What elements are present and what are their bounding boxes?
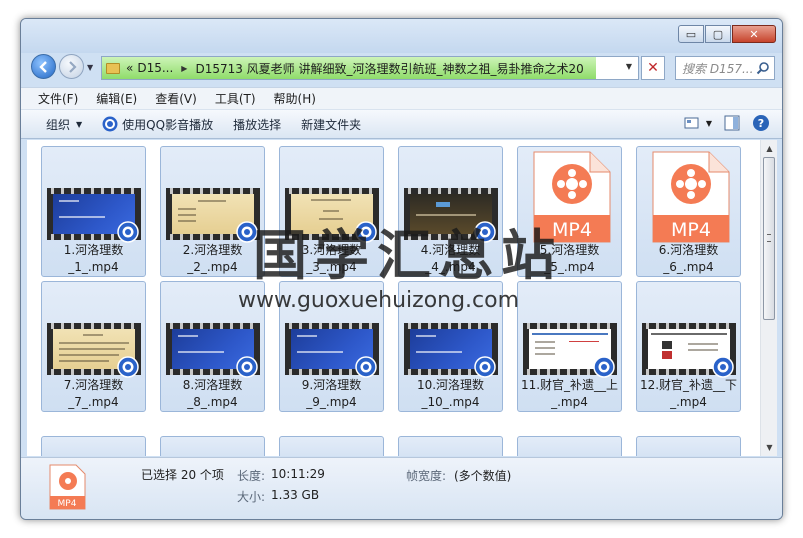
file-tile[interactable] [160,436,265,456]
size-label: 大小: [237,490,266,504]
qq-player-badge-icon [117,221,139,243]
file-tile[interactable] [636,436,741,456]
qq-player-badge-icon [712,356,734,378]
search-placeholder: 搜索 D157... [682,61,754,76]
menu-edit[interactable]: 编辑(E) [87,90,146,107]
new-folder-button[interactable]: 新建文件夹 [291,116,371,133]
help-button[interactable]: ? [752,114,770,132]
qq-player-badge-icon [355,356,377,378]
folder-icon [106,62,120,74]
file-tile[interactable]: 2.河洛理数 _2_.mp4 [160,146,265,277]
frame-width-label: 帧宽度: [406,469,447,483]
forward-button[interactable] [59,54,84,79]
play-selection-label: 播放选择 [233,117,282,132]
organize-button[interactable]: 组织 ▼ [21,116,92,133]
scroll-up-icon[interactable]: ▲ [761,140,778,157]
change-view-button[interactable]: ▼ [684,116,712,130]
chevron-down-icon: ▼ [705,118,712,128]
file-name: 8.河洛理数 _8_.mp4 [182,378,243,409]
window-controls: ▭ ▢ ✕ [678,25,776,43]
breadcrumb-separator-icon[interactable]: ▶ [181,64,187,73]
stop-button[interactable]: ✕ [641,56,665,80]
mp4-label: MP4 [671,219,711,241]
menu-view[interactable]: 查看(V) [146,90,206,107]
file-name: 10.河洛理数 _10_.mp4 [416,378,485,409]
scroll-thumb[interactable] [763,157,775,320]
recent-pages-dropdown[interactable]: ▼ [87,63,93,72]
vertical-scrollbar[interactable]: ▲ ▼ [760,140,777,456]
watermark-url: www.guoxuehuizong.com [238,288,520,313]
file-name: 12.财官_补遗__下 _.mp4 [639,378,738,409]
organize-label: 组织 [46,117,71,132]
play-selection-button[interactable]: 播放选择 [223,116,291,133]
details-pane: MP4 已选择 20 个项 长度: 10:11:29 大小: 1.33 GB 帧… [21,457,782,519]
new-folder-label: 新建文件夹 [301,117,362,132]
title-bar: ▭ ▢ ✕ [21,19,782,53]
menu-file[interactable]: 文件(F) [21,90,87,107]
file-tile[interactable]: 7.河洛理数 _7_.mp4 [41,281,146,412]
view-controls: ▼ ? [672,114,770,132]
menu-bar: 文件(F) 编辑(E) 查看(V) 工具(T) 帮助(H) [21,87,782,109]
qq-player-icon [102,116,118,132]
file-tile[interactable] [279,436,384,456]
search-input[interactable]: 搜索 D157... [675,56,775,80]
file-tile[interactable] [398,436,503,456]
breadcrumb-d15[interactable]: D15... [137,61,173,75]
close-x-icon: ✕ [647,60,659,76]
view-mode-icon [684,117,699,129]
file-name: 11.财官_补遗__上 _.mp4 [520,378,619,409]
length-value: 10:11:29 [271,467,325,481]
qq-player-badge-icon [474,356,496,378]
qq-play-label: 使用QQ影音播放 [122,117,214,132]
size-value: 1.33 GB [271,488,320,502]
back-arrow-icon [38,60,47,73]
breadcrumb-current-folder[interactable]: D15713 风夏老师 讲解细致_河洛理数引航班_神数之祖_易卦推命之术20 [195,60,583,77]
minimize-button[interactable]: ▭ [678,25,704,43]
chevron-down-icon: ▼ [76,119,83,129]
menu-tools[interactable]: 工具(T) [206,90,265,107]
file-name: 1.河洛理数 _1_.mp4 [63,243,124,274]
command-bar: 组织 ▼ 使用QQ影音播放 播放选择 新建文件夹 ▼ ? [21,109,782,139]
selection-count: 已选择 20 个项 [141,468,224,482]
preview-pane-icon [724,115,740,131]
qq-player-badge-icon [117,356,139,378]
length-label: 长度: [237,469,266,483]
maximize-button[interactable]: ▢ [705,25,731,43]
watermark-title: 国学汇总站 [253,224,563,287]
close-button[interactable]: ✕ [732,25,776,43]
file-tile[interactable]: 12.财官_补遗__下 _.mp4 [636,281,741,412]
file-tile[interactable] [517,436,622,456]
preview-pane-button[interactable] [724,115,740,131]
address-bar[interactable]: « D15... ▶ D15713 风夏老师 讲解细致_河洛理数引航班_神数之祖… [101,56,639,80]
svg-text:?: ? [758,117,764,130]
address-content: « D15... ▶ D15713 风夏老师 讲解细致_河洛理数引航班_神数之祖… [106,57,588,79]
scroll-down-icon[interactable]: ▼ [761,439,778,456]
qq-player-badge-icon [236,356,258,378]
navigation-bar: ▼ « D15... ▶ D15713 风夏老师 讲解细致_河洛理数引航班_神数… [21,51,782,85]
file-tile[interactable]: MP4 6.河洛理数 _6_.mp4 [636,146,741,277]
search-icon[interactable] [756,61,770,75]
qq-play-button[interactable]: 使用QQ影音播放 [92,116,223,133]
file-name: 9.河洛理数 _9_.mp4 [301,378,362,409]
file-tile[interactable]: 1.河洛理数 _1_.mp4 [41,146,146,277]
file-name: 2.河洛理数 _2_.mp4 [182,243,243,274]
mp4-file-icon: MP4 [652,151,730,243]
file-tile[interactable] [41,436,146,456]
help-icon: ? [753,115,769,131]
menu-help[interactable]: 帮助(H) [265,90,325,107]
qq-player-badge-icon [593,356,615,378]
forward-arrow-icon [68,60,77,73]
file-tile[interactable]: 11.财官_补遗__上 _.mp4 [517,281,622,412]
back-button[interactable] [31,54,56,79]
address-dropdown-icon[interactable]: ▼ [626,62,632,71]
address-overflow[interactable]: « [126,61,133,75]
file-name: 6.河洛理数 _6_.mp4 [658,243,719,274]
mp4-label: MP4 [58,499,77,509]
mp4-file-icon: MP4 [49,464,86,510]
file-name: 7.河洛理数 _7_.mp4 [63,378,124,409]
frame-width-value: (多个数值) [454,469,512,483]
